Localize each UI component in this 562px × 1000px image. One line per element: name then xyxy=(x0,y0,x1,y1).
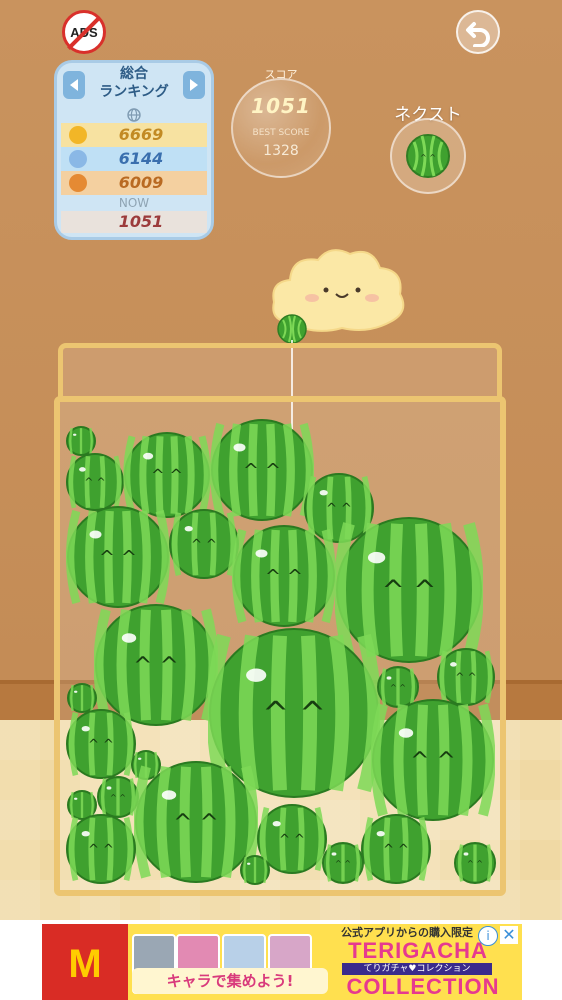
silver-crown-icon xyxy=(69,150,87,168)
svg-text:^ ^: ^ ^ xyxy=(382,576,437,607)
mcdonalds-logo: M xyxy=(42,924,128,1000)
svg-text:^ ^: ^ ^ xyxy=(279,833,305,848)
ranking-panel: 総合 ランキング 6669 6144 6009 NOW 1051 xyxy=(54,60,214,240)
ranking-row-3: 6009 xyxy=(61,171,207,195)
ranking-score-3: 6009 xyxy=(118,173,164,192)
watermelon: ^ ^ xyxy=(361,814,431,884)
svg-text:^ ^: ^ ^ xyxy=(262,694,326,732)
watermelon: ^ ^ xyxy=(322,842,364,884)
ranking-row-2: 6144 xyxy=(61,147,207,171)
remove-ads-button[interactable]: ADS xyxy=(62,10,106,54)
svg-text:^ ^: ^ ^ xyxy=(390,683,406,692)
svg-text:^ ^: ^ ^ xyxy=(110,793,126,802)
now-label: NOW xyxy=(118,196,150,210)
ad-close-button[interactable]: ✕ xyxy=(500,926,518,944)
svg-text:^ ^: ^ ^ xyxy=(420,153,436,162)
watermelon: ^ ^ xyxy=(232,525,336,627)
ad-banner[interactable]: M キャラで集めよう! 公式アプリからの購入限定 TERIGACHA てりガチャ… xyxy=(42,924,522,1000)
svg-text:^ ^: ^ ^ xyxy=(173,810,218,836)
svg-text:^ ^: ^ ^ xyxy=(467,859,483,868)
ranking-prev-button[interactable] xyxy=(63,71,85,99)
watermelon: ^ ^ xyxy=(66,506,170,608)
ranking-title: 総合 ランキング xyxy=(87,65,181,101)
score-value: 1051 xyxy=(251,94,311,118)
watermelon: ^ ^ xyxy=(210,419,314,521)
watermelon xyxy=(240,855,270,885)
now-row: 1051 xyxy=(61,211,207,233)
ad-info-icon[interactable]: i xyxy=(478,926,498,946)
watermelon: ^ ^ xyxy=(169,509,239,579)
svg-text:^ ^: ^ ^ xyxy=(151,466,183,485)
svg-text:^ ^: ^ ^ xyxy=(84,476,105,489)
watermelon: ^ ^ xyxy=(371,699,495,821)
chevron-right-icon xyxy=(190,79,198,91)
ranking-header: 総合 ランキング xyxy=(57,63,211,107)
box-back-edge xyxy=(58,343,502,401)
svg-text:^ ^: ^ ^ xyxy=(265,566,303,588)
svg-text:^ ^: ^ ^ xyxy=(410,748,455,774)
watermelon: ^ ^ xyxy=(454,842,496,884)
next-bubble: ^ ^ xyxy=(390,118,466,194)
chevron-left-icon xyxy=(70,79,78,91)
ad-brand-line2: COLLECTION xyxy=(346,974,500,999)
back-arrow-icon xyxy=(466,22,490,47)
svg-text:^ ^: ^ ^ xyxy=(326,502,352,517)
svg-text:^ ^: ^ ^ xyxy=(88,738,114,753)
bronze-crown-icon xyxy=(69,174,87,192)
svg-text:^ ^: ^ ^ xyxy=(133,653,178,679)
back-button[interactable] xyxy=(456,10,500,54)
svg-text:^ ^: ^ ^ xyxy=(243,460,281,482)
svg-text:^ ^: ^ ^ xyxy=(383,843,409,858)
best-score-label: BEST SCORE xyxy=(252,128,310,138)
ranking-title-line1: 総合 xyxy=(120,66,148,82)
ranking-title-line2: ランキング xyxy=(99,84,169,100)
ranking-row-1: 6669 xyxy=(61,123,207,147)
ranking-score-1: 6669 xyxy=(118,125,164,144)
svg-text:^ ^: ^ ^ xyxy=(88,843,114,858)
svg-text:^ ^: ^ ^ xyxy=(99,547,137,569)
globe-icon xyxy=(127,108,141,122)
score-bubble: 1051 BEST SCORE 1328 xyxy=(231,78,331,178)
svg-text:^ ^: ^ ^ xyxy=(191,538,217,553)
svg-text:^ ^: ^ ^ xyxy=(335,859,351,868)
now-score: 1051 xyxy=(118,212,164,231)
ranking-next-button[interactable] xyxy=(183,71,205,99)
next-watermelon-icon: ^ ^ xyxy=(406,134,450,178)
watermelon: ^ ^ xyxy=(66,709,136,779)
ad-caption: キャラで集めよう! xyxy=(132,968,328,994)
best-score-value: 1328 xyxy=(263,143,299,159)
watermelon: ^ ^ xyxy=(66,814,136,884)
gold-crown-icon xyxy=(69,126,87,144)
svg-text:^ ^: ^ ^ xyxy=(455,671,476,684)
ranking-score-2: 6144 xyxy=(118,149,164,168)
watermelon: ^ ^ xyxy=(66,453,124,511)
